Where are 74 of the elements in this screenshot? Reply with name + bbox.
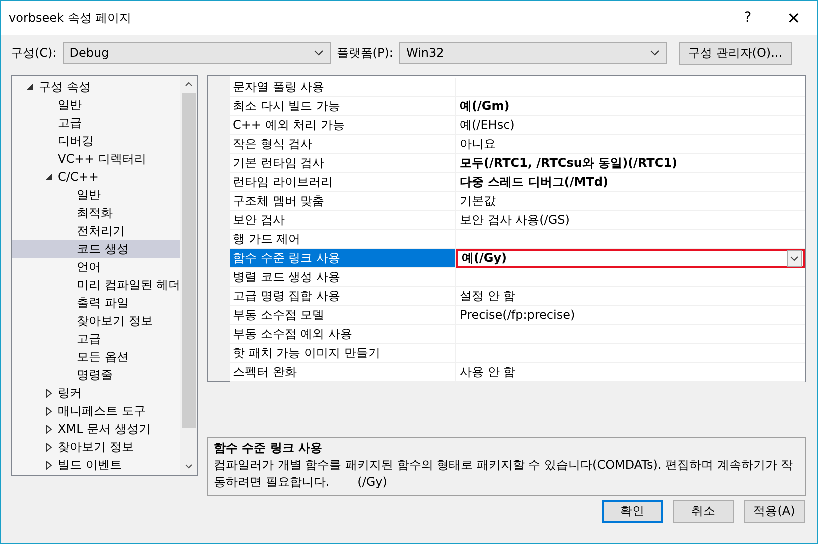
dropdown-button-icon[interactable] [787,250,802,267]
platform-label: 플랫폼(P): [336,44,394,62]
tree-item[interactable]: 찾아보기 정보 [12,438,180,456]
property-name[interactable]: 작은 형식 검사 [230,135,456,154]
expanded-triangle-icon[interactable] [26,82,34,92]
tree-item[interactable]: 전처리기 [12,222,180,240]
property-name[interactable]: 부동 소수점 예외 사용 [230,325,456,344]
property-name[interactable]: 기본 런타임 검사 [230,154,456,173]
collapsed-triangle-icon[interactable] [45,388,53,398]
scroll-up-icon[interactable] [184,82,192,87]
tree-item[interactable]: 모든 옵션 [12,348,180,366]
chevron-down-icon [314,50,324,56]
collapsed-triangle-icon[interactable] [45,424,53,434]
tree-item[interactable]: XML 문서 생성기 [12,420,180,438]
platform-dropdown[interactable]: Win32 [399,42,668,64]
tree-item[interactable]: 일반 [12,96,180,114]
property-name[interactable]: 스펙터 완화 [230,363,456,382]
collapsed-triangle-icon[interactable] [45,460,53,470]
tree-item[interactable]: 언어 [12,258,180,276]
tree-item[interactable]: 코드 생성 [12,240,180,258]
property-name[interactable]: 문자열 풀링 사용 [230,78,456,97]
property-value: 다중 스레드 디버그(/MTd) [460,174,608,190]
tree-item[interactable]: 일반 [12,186,180,204]
close-button[interactable]: ✕ [771,1,817,35]
property-name[interactable]: 보안 검사 [230,211,456,230]
property-name[interactable]: 병렬 코드 생성 사용 [230,268,456,287]
dialog-button[interactable]: 확인 [602,500,663,523]
property-name[interactable]: 함수 수준 링크 사용 [230,249,456,268]
collapsed-triangle-icon[interactable] [45,442,53,452]
config-manager-button[interactable]: 구성 관리자(O)... [679,42,792,64]
expanded-triangle-icon[interactable] [45,172,53,182]
property-value: 보안 검사 사용(/GS) [460,212,570,228]
tree-item[interactable]: 디버깅 [12,132,180,150]
tree-item[interactable]: 찾아보기 정보 [12,312,180,330]
window-title: vorbseek 속성 페이지 [9,10,133,26]
description-text: 컴파일러가 개별 함수를 패키지된 함수의 형태로 패키지할 수 있습니다(COMDATs). 편집하며 계속하기가 작동하려면 필요합니다. (/Gy) [214,457,794,491]
property-value: 사용 안 함 [460,364,516,380]
tree-item[interactable]: 최적화 [12,204,180,222]
property-value: 기본값 [460,192,496,210]
config-dropdown[interactable]: Debug [62,42,331,64]
config-label: 구성(C): [11,44,57,62]
property-name[interactable]: 고급 명령 집합 사용 [230,287,456,306]
property-value: 설정 안 함 [460,288,516,304]
description-title: 함수 수준 링크 사용 [214,440,324,457]
property-value: 예(/Gm) [460,98,510,114]
tree-item[interactable]: 구성 속성 [12,78,180,96]
property-name[interactable]: 최소 다시 빌드 가능 [230,97,456,116]
dialog-button[interactable]: 취소 [673,500,734,523]
property-value: 예(/Gy) [462,250,508,267]
scroll-down-icon[interactable] [184,464,192,469]
tree-item[interactable]: 고급 [12,330,180,348]
property-name[interactable]: 부동 소수점 모델 [230,306,456,325]
property-value: 모두(/RTC1, /RTCsu와 동일)(/RTC1) [460,154,678,172]
tree-item[interactable]: C/C++ [12,168,180,186]
collapsed-triangle-icon[interactable] [45,406,53,416]
tree-item[interactable]: 링커 [12,384,180,402]
tree-item[interactable]: 고급 [12,114,180,132]
property-value: Precise(/fp:precise) [460,308,576,322]
property-name[interactable]: C++ 예외 처리 가능 [230,116,456,135]
tree-item[interactable]: 매니페스트 도구 [12,402,180,420]
vertical-scrollbar[interactable] [180,76,197,475]
tree-item[interactable]: VC++ 디렉터리 [12,150,180,168]
tree-item[interactable]: 미리 컴파일된 헤더 [12,276,180,294]
tree-item[interactable]: 명령줄 [12,366,180,384]
property-name[interactable]: 구조체 멤버 맞춤 [230,192,456,211]
tree-item[interactable]: 출력 파일 [12,294,180,312]
chevron-down-icon [650,50,660,56]
tree-item[interactable]: 빌드 이벤트 [12,456,180,474]
dialog-button[interactable]: 적용(A) [744,500,805,523]
property-value: 예(/EHsc) [460,116,515,134]
property-name[interactable]: 핫 패치 가능 이미지 만들기 [230,344,456,363]
property-value: 아니요 [460,136,496,152]
property-name[interactable]: 런타임 라이브러리 [230,173,456,192]
help-button[interactable]: ? [725,1,771,35]
